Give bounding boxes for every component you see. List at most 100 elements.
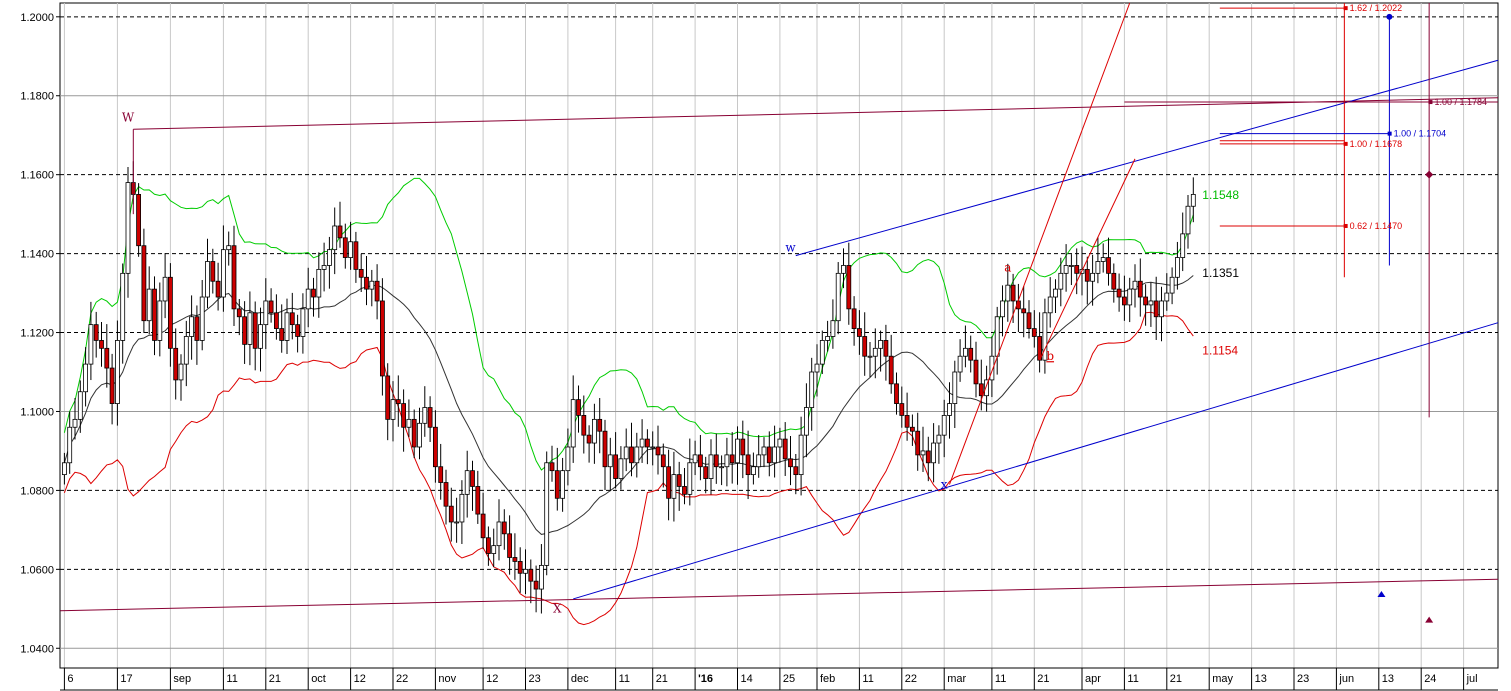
band-value-label: 1.1548 (1202, 188, 1239, 202)
candle-body (671, 474, 677, 499)
candle-body (1106, 257, 1111, 274)
candle-body (417, 422, 422, 448)
candle-body (692, 454, 698, 464)
candle-body (115, 340, 120, 404)
candle-body (1090, 272, 1095, 282)
candle-body (528, 568, 534, 582)
candle-body (83, 363, 88, 393)
candle-body (258, 324, 263, 349)
x-tick-label: 11 (862, 673, 873, 685)
x-tick-label: apr (1085, 673, 1101, 685)
candle-body (406, 418, 412, 428)
fib-label: 1.00 / 1.1678 (1350, 139, 1403, 149)
candle-body (485, 537, 491, 554)
candle-body (576, 399, 581, 416)
x-tick-label: 21 (656, 673, 668, 685)
candle-body (99, 340, 104, 349)
candle-body (544, 462, 550, 566)
candle-body (931, 442, 936, 464)
candle-body (300, 308, 306, 337)
x-tick-label: 11 (619, 673, 630, 685)
fib-marker (1387, 131, 1392, 136)
band-value-label: 1.1351 (1202, 266, 1239, 280)
candle-body (1047, 296, 1053, 314)
y-tick-label: 1.1400 (20, 249, 54, 261)
candle-body (337, 225, 343, 239)
x-tick-label: feb (820, 673, 835, 685)
candle-body (167, 276, 173, 349)
candle-body (629, 446, 634, 464)
candle-body (613, 454, 618, 479)
candle-body (618, 458, 624, 479)
candle-body (215, 280, 221, 298)
candle-body (719, 466, 724, 469)
candle-body (735, 438, 740, 464)
candle-body (1148, 300, 1154, 306)
y-tick-label: 1.0600 (20, 564, 54, 576)
x-tick-label: 12 (354, 673, 366, 685)
candle-body (634, 446, 640, 464)
x-tick-label: 17 (120, 673, 132, 685)
candle-body (512, 557, 518, 562)
candle-body (788, 458, 793, 468)
candle-body (968, 347, 974, 361)
candle-body (666, 466, 671, 499)
candle-body (957, 355, 963, 373)
candle-body (379, 300, 385, 377)
candle-body (639, 438, 645, 448)
x-tick-label: 13 (1255, 673, 1267, 685)
y-tick-label: 1.0800 (20, 485, 54, 497)
candle-body (226, 245, 232, 251)
candle-body (231, 245, 237, 310)
candle-body (136, 194, 142, 247)
candle-body (295, 324, 301, 337)
candle-body (830, 320, 836, 337)
x-tick-label: 12 (486, 673, 498, 685)
candle-body (1143, 296, 1148, 306)
candle-body (284, 312, 290, 341)
candle-body (183, 336, 189, 365)
candle-body (607, 454, 613, 468)
x-tick-label: 11 (226, 673, 237, 685)
candle-body (109, 367, 115, 404)
candle-body (395, 399, 401, 404)
candle-body (565, 446, 571, 472)
candle-body (321, 265, 327, 270)
candle-body (804, 407, 809, 436)
candle-body (1164, 292, 1170, 302)
x-tick-label: 13 (1382, 673, 1394, 685)
candle-body (369, 280, 375, 290)
candle-body (851, 308, 857, 329)
candle-body (1058, 272, 1064, 290)
candle-body (1074, 265, 1080, 274)
candle-body (883, 340, 889, 357)
candle-body (1053, 288, 1058, 298)
candle-body (978, 383, 984, 397)
wave-label: W (122, 110, 135, 124)
candle-body (348, 241, 354, 258)
candle-body (194, 316, 200, 341)
candle-body (592, 418, 597, 444)
candle-body (888, 355, 894, 385)
candle-body (491, 545, 497, 554)
candle-body (1031, 328, 1037, 337)
wave-label: x (941, 477, 948, 491)
candle-body (872, 347, 878, 357)
x-tick-label: sep (173, 673, 191, 685)
candle-body (199, 296, 205, 341)
candle-body (1111, 272, 1117, 290)
candle-body (798, 434, 804, 476)
candle-body (342, 237, 348, 258)
x-tick-label: 21 (1170, 673, 1182, 685)
candle-body (841, 265, 846, 274)
candle-body (353, 241, 359, 270)
candle-body (427, 407, 433, 428)
fib-label: 1.00 / 1.1784 (1434, 97, 1487, 107)
candle-body (480, 513, 486, 539)
candle-body (602, 430, 608, 468)
candle-body (941, 415, 947, 436)
candle-body (1026, 312, 1032, 329)
candle-body (777, 438, 783, 448)
x-tick-label: may (1212, 673, 1233, 685)
candle-body (1169, 276, 1175, 294)
